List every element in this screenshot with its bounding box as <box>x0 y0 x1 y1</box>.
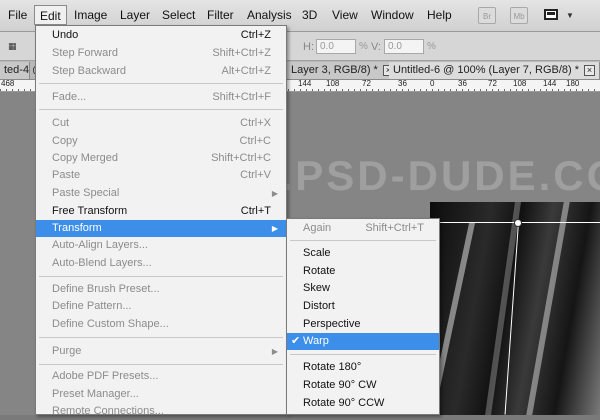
edit-define-custom-shape[interactable]: Define Custom Shape... <box>36 316 286 333</box>
edit-define-pattern[interactable]: Define Pattern... <box>36 298 286 315</box>
menu-separator <box>290 354 436 355</box>
tab-label: Untitled-6 @ 100% (Layer 7, RGB/8) * <box>393 64 580 76</box>
menu-separator <box>39 83 283 84</box>
menu-window[interactable]: Window <box>371 8 414 22</box>
bridge-button[interactable]: Br <box>478 7 496 24</box>
menu-help[interactable]: Help <box>427 8 452 22</box>
edit-copy[interactable]: Copy Ctrl+C <box>36 133 286 150</box>
edit-adobe-pdf-presets[interactable]: Adobe PDF Presets... <box>36 368 286 385</box>
edit-transform[interactable]: Transform ▶ <box>36 220 286 237</box>
menu-separator <box>39 276 283 277</box>
photo-highlight <box>485 202 521 415</box>
chevron-right-icon: ▶ <box>271 224 278 233</box>
menu-separator <box>39 109 283 110</box>
menu-3d[interactable]: 3D <box>302 8 317 22</box>
edit-step-forward[interactable]: Step Forward Shift+Ctrl+Z <box>36 45 286 62</box>
edit-undo[interactable]: Undo Ctrl+Z <box>36 27 286 44</box>
ruler-label: 36 <box>458 79 467 88</box>
tab-layer-3[interactable]: Layer 3, RGB/8) *× <box>287 62 399 79</box>
screen-mode-button[interactable] <box>542 6 562 24</box>
ruler-label: 144 <box>298 79 312 88</box>
ruler-label: 0 <box>430 79 435 88</box>
ruler-label: 468 <box>1 79 15 88</box>
mini-bridge-button[interactable]: Mb <box>510 7 528 24</box>
edit-free-transform[interactable]: Free Transform Ctrl+T <box>36 203 286 220</box>
menu-analysis[interactable]: Analysis <box>247 8 292 22</box>
menu-separator <box>39 364 283 365</box>
photo-layer[interactable] <box>426 202 600 415</box>
transform-perspective[interactable]: Perspective <box>287 316 439 333</box>
tab-untitled-4[interactable]: ted-4 @ <box>0 62 43 79</box>
transform-rotate-90-ccw[interactable]: Rotate 90° CCW <box>287 395 439 412</box>
v-unit: % <box>427 41 436 52</box>
menu-separator <box>39 337 283 338</box>
edit-fade[interactable]: Fade... Shift+Ctrl+F <box>36 89 286 106</box>
menu-layer[interactable]: Layer <box>120 8 150 22</box>
transform-distort[interactable]: Distort <box>287 298 439 315</box>
edit-step-backward[interactable]: Step Backward Alt+Ctrl+Z <box>36 63 286 80</box>
ruler-label: 108 <box>513 79 527 88</box>
warp-handle[interactable] <box>514 219 522 227</box>
transform-skew[interactable]: Skew <box>287 280 439 297</box>
transform-again[interactable]: Again Shift+Ctrl+T <box>287 220 439 237</box>
edit-auto-align-layers[interactable]: Auto-Align Layers... <box>36 237 286 254</box>
screen-mode-icon <box>544 9 558 20</box>
tab-untitled-6[interactable]: Untitled-6 @ 100% (Layer 7, RGB/8) * × <box>389 62 600 79</box>
edit-cut[interactable]: Cut Ctrl+X <box>36 115 286 132</box>
ruler-label: 72 <box>362 79 371 88</box>
checkmark-icon: ✔ <box>291 335 301 347</box>
edit-menu-dropdown: Undo Ctrl+Z Step Forward Shift+Ctrl+Z Step… <box>35 25 287 417</box>
menu-image[interactable]: Image <box>74 8 107 22</box>
tool-preset-icon[interactable]: ▦ <box>8 41 17 52</box>
menu-edit[interactable]: Edit <box>34 5 67 25</box>
transform-rotate[interactable]: Rotate <box>287 263 439 280</box>
menu-select[interactable]: Select <box>162 8 195 22</box>
h-skew-field[interactable]: 0.0 <box>316 39 356 54</box>
ruler-label: 72 <box>488 79 497 88</box>
edit-copy-merged[interactable]: Copy Merged Shift+Ctrl+C <box>36 150 286 167</box>
h-skew-label: H: <box>303 41 314 53</box>
h-unit: % <box>359 41 368 52</box>
v-skew-field[interactable]: 0.0 <box>384 39 424 54</box>
menu-file[interactable]: File <box>8 8 27 22</box>
transform-warp[interactable]: ✔ Warp <box>287 333 439 350</box>
transform-submenu: Again Shift+Ctrl+T Scale Rotate Skew Dist… <box>286 218 440 415</box>
chevron-right-icon: ▶ <box>271 347 278 356</box>
close-icon[interactable]: × <box>584 64 596 76</box>
transform-rotate-90-cw[interactable]: Rotate 90° CW <box>287 377 439 394</box>
ruler-label: 180 <box>566 79 580 88</box>
transform-scale[interactable]: Scale <box>287 245 439 262</box>
edit-paste[interactable]: Paste Ctrl+V <box>36 167 286 184</box>
menu-view[interactable]: View <box>332 8 358 22</box>
edit-auto-blend-layers[interactable]: Auto-Blend Layers... <box>36 255 286 272</box>
v-skew-label: V: <box>371 41 381 53</box>
transform-rotate-180[interactable]: Rotate 180° <box>287 359 439 376</box>
ruler-label: 144 <box>543 79 557 88</box>
menu-separator <box>290 240 436 241</box>
edit-paste-special[interactable]: Paste Special ▶ <box>36 185 286 202</box>
edit-remote-connections[interactable]: Remote Connections... <box>36 403 286 420</box>
ruler-label: 108 <box>326 79 340 88</box>
menu-filter[interactable]: Filter <box>207 8 234 22</box>
ruler-label: 36 <box>398 79 407 88</box>
edit-define-brush-preset[interactable]: Define Brush Preset... <box>36 281 286 298</box>
tab-label: Layer 3, RGB/8) * <box>291 64 378 76</box>
edit-preset-manager[interactable]: Preset Manager... <box>36 386 286 403</box>
chevron-down-icon[interactable]: ▼ <box>566 11 574 20</box>
edit-purge[interactable]: Purge ▶ <box>36 343 286 360</box>
photo-highlight <box>526 202 570 415</box>
chevron-right-icon: ▶ <box>271 189 278 198</box>
